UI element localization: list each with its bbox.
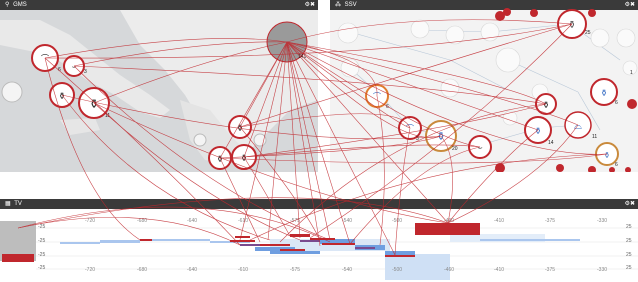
graph-node[interactable]: ⌒	[365, 84, 389, 108]
svg-text:⚱: ⚱	[534, 126, 542, 136]
graph-count: 20	[452, 146, 458, 152]
row-label: -25	[38, 265, 46, 271]
tick-label: -375	[545, 218, 556, 224]
map-node[interactable]	[193, 133, 207, 147]
sicily-landmass	[60, 118, 100, 135]
map-node[interactable]: ⚱	[208, 146, 232, 170]
svg-text:⚱: ⚱	[216, 154, 224, 164]
graph-count: 25	[585, 30, 591, 36]
tick-label: -610	[238, 218, 249, 224]
tv-panel: ▦ TV ⚙✖ -720 -680 -640 -610 -575 -540 -5…	[0, 199, 638, 282]
tick-label: -500	[392, 267, 403, 273]
map-node[interactable]: ⌣	[63, 55, 85, 77]
graph-count: 3	[416, 136, 419, 142]
timeline-bar	[322, 243, 355, 245]
tick-label: -330	[597, 267, 608, 273]
svg-text:⚱: ⚱	[542, 100, 550, 110]
tick-label: -540	[342, 218, 353, 224]
graph-count: 6	[386, 104, 389, 110]
map-node[interactable]: ⚱	[231, 144, 257, 170]
row-label: -25	[38, 252, 46, 258]
tick-label: -680	[137, 218, 148, 224]
timeline-bar	[140, 239, 152, 241]
graph-node[interactable]: ⌓	[564, 111, 592, 139]
graph-count: 6	[615, 100, 618, 106]
tick-label: -460	[444, 267, 455, 273]
graph-node[interactable]: ⚱	[590, 78, 618, 106]
svg-text:⌣: ⌣	[477, 143, 482, 152]
graph-count: 11	[592, 134, 597, 140]
tick-label: -640	[187, 267, 198, 273]
row-label: -25	[38, 238, 46, 244]
svg-text:⚱: ⚱	[436, 131, 445, 143]
tick-label: -460	[444, 218, 455, 224]
svg-text:⌒: ⌒	[41, 54, 49, 63]
row-label-right: 25	[626, 252, 632, 258]
tick-label: -375	[545, 267, 556, 273]
graph-count: 14	[548, 140, 554, 146]
tick-label: -680	[137, 267, 148, 273]
tick-label: -575	[290, 218, 301, 224]
timeline-bar	[310, 238, 335, 240]
svg-text:⌒: ⌒	[406, 124, 414, 133]
map-count: 6	[58, 67, 61, 73]
graph-count: 6	[615, 162, 618, 168]
tick-label: -410	[494, 218, 505, 224]
tick-label: -575	[290, 267, 301, 273]
svg-text:⚱: ⚱	[236, 123, 244, 133]
row-label-right: 25	[626, 224, 632, 230]
svg-text:⚱: ⚱	[58, 91, 66, 101]
timeline-bar	[230, 240, 255, 242]
map-count: 11	[105, 113, 110, 119]
tick-label: -540	[342, 267, 353, 273]
svg-text:⚱: ⚱	[240, 153, 248, 163]
svg-text:⚱: ⚱	[600, 88, 608, 98]
row-label-right: 25	[626, 238, 632, 244]
svg-text:⚱: ⚱	[89, 97, 99, 111]
timeline-chart[interactable]	[0, 199, 638, 282]
map-node[interactable]	[1, 81, 23, 103]
svg-text:⌣: ⌣	[72, 64, 77, 71]
map-node[interactable]: ⌒	[31, 44, 59, 72]
tick-label: -500	[392, 218, 403, 224]
gms-map[interactable]: ⌒ ⌣ ⚱ ⚱ ⚱ ⚱ ⚱ 6 3 11 141	[0, 0, 318, 172]
timeline-bar	[235, 236, 250, 238]
tick-label: -640	[187, 218, 198, 224]
row-label-right: 25	[626, 265, 632, 271]
timeline-selection	[2, 254, 34, 262]
map-node[interactable]: ⚱	[49, 82, 75, 108]
tick-label: -610	[238, 267, 249, 273]
tick-label: -330	[597, 218, 608, 224]
graph-node[interactable]: ⚱	[535, 93, 557, 115]
timeline-bar	[280, 249, 305, 251]
svg-text:⌓: ⌓	[574, 121, 582, 132]
gms-panel: ⚲ GMS ⚙✖ ⌒ ⌣ ⚱ ⚱ ⚱ ⚱ ⚱ 6 3 11 141	[0, 0, 318, 172]
map-node[interactable]: ⚱	[228, 115, 252, 139]
timeline-bar	[260, 244, 290, 246]
graph-node[interactable]: ⌣	[468, 135, 492, 159]
timeline-bar	[415, 223, 480, 235]
ssv-graph[interactable]: ⚱ ⌒ ⌒ ⚱ ⌣ ⚱ ⚱ ⌓ ⚱ ⚱ 25 6 3 20 14 11 6 6 …	[330, 0, 638, 172]
tick-label: -720	[85, 218, 96, 224]
map-node[interactable]	[253, 133, 267, 147]
svg-text:⌒: ⌒	[373, 92, 381, 101]
svg-text:⚱: ⚱	[568, 20, 576, 31]
ssv-panel: ⁂ SSV ⚙✖ ⚱ ⌒ ⌒ ⚱ ⌣ ⚱ ⚱ ⌓ ⚱ ⚱ 25 6 3 20 1…	[330, 0, 638, 172]
svg-text:⚱: ⚱	[604, 151, 611, 160]
map-count: 3	[84, 69, 87, 75]
row-label: -25	[38, 224, 46, 230]
timeline-bar	[385, 255, 415, 257]
graph-node[interactable]: ⚱	[557, 9, 587, 39]
graph-count: 1	[630, 70, 633, 76]
timeline-bar	[290, 234, 310, 237]
tick-label: -720	[85, 267, 96, 273]
tick-label: -410	[494, 267, 505, 273]
map-count: 141	[298, 54, 307, 60]
